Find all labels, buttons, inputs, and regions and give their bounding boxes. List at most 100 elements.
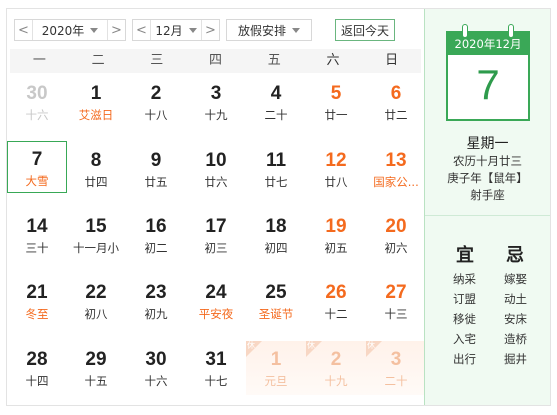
day-number: 25 xyxy=(265,282,287,303)
lunar-label: 十三 xyxy=(384,307,408,321)
lunar-label: 十八 xyxy=(144,108,168,122)
day-cell[interactable]: 休 1 元旦 xyxy=(246,341,306,395)
lunar-label: 廿八 xyxy=(324,175,348,189)
day-cell[interactable]: 26 十二 xyxy=(306,274,366,326)
day-number: 30 xyxy=(145,349,167,370)
ji-item: 掘井 xyxy=(504,352,527,366)
day-cell[interactable]: 18 初四 xyxy=(246,208,306,260)
day-cell[interactable]: 5 廿一 xyxy=(306,75,366,127)
lunar-label: 大雪 xyxy=(25,174,49,188)
day-cell[interactable]: 20 初六 xyxy=(366,208,426,260)
holiday-badge-label: 休 xyxy=(367,341,375,350)
lunar-label: 元旦 xyxy=(264,374,288,388)
lunar-label: 廿五 xyxy=(144,175,168,189)
yi-title: 宜 xyxy=(456,245,474,266)
day-cell[interactable]: 11 廿七 xyxy=(246,142,306,194)
lunar-label: 十六 xyxy=(144,374,168,388)
lunar-label: 廿七 xyxy=(264,175,288,189)
day-number: 1 xyxy=(90,83,102,104)
day-cell[interactable]: 25 圣诞节 xyxy=(246,274,306,326)
day-cell[interactable]: 19 初五 xyxy=(306,208,366,260)
holiday-badge-label: 休 xyxy=(247,341,255,350)
lunar-label: 平安夜 xyxy=(198,307,234,321)
day-cell[interactable]: 2 十八 xyxy=(126,75,186,127)
day-cell[interactable]: 3 十九 xyxy=(186,75,246,127)
day-cell[interactable]: 21 冬至 xyxy=(7,274,67,326)
lunar-label: 十一月小 xyxy=(73,241,119,255)
day-number: 14 xyxy=(26,216,48,237)
day-number: 8 xyxy=(90,150,102,171)
day-cell[interactable]: 8 廿四 xyxy=(66,142,126,194)
year-select-label: 2020年 xyxy=(41,23,85,38)
next-month-button[interactable]: > xyxy=(201,20,219,40)
lunar-label: 初六 xyxy=(384,241,408,255)
day-cell[interactable]: 27 十三 xyxy=(366,274,426,326)
weekday-label: 三 xyxy=(150,53,164,68)
lunar-label: 十七 xyxy=(204,374,228,388)
lunar-label: 国家公... xyxy=(373,175,419,189)
yi-item: 移徙 xyxy=(453,312,476,326)
day-number: 22 xyxy=(85,282,107,303)
next-year-button[interactable]: > xyxy=(107,20,125,40)
lunar-label: 初九 xyxy=(144,307,168,321)
month-grid: 30 十六 1 艾滋日 2 十八 3 十九 4 二十 5 廿一 6 廿二 7 大雪 8 廿四 9 廿五 10 廿六 11 廿七… xyxy=(6,75,426,405)
day-cell[interactable]: 13 国家公... xyxy=(366,142,426,194)
lunar-label: 圣诞节 xyxy=(258,307,294,321)
lunar-label: 十五 xyxy=(84,374,108,388)
day-cell[interactable]: 22 初八 xyxy=(66,274,126,326)
day-number: 29 xyxy=(85,349,107,370)
back-to-today-button[interactable]: 返回今天 xyxy=(335,19,395,41)
day-number: 20 xyxy=(385,216,407,237)
day-cell[interactable]: 10 廿六 xyxy=(186,142,246,194)
day-cell[interactable]: 31 十七 xyxy=(186,341,246,393)
lunar-label: 三十 xyxy=(25,241,49,255)
lunar-label: 十六 xyxy=(25,108,49,122)
day-cell[interactable]: 29 十五 xyxy=(66,341,126,393)
day-cell[interactable]: 6 廿二 xyxy=(366,75,426,127)
lunar-label: 二十 xyxy=(384,374,408,388)
day-number: 31 xyxy=(205,349,227,370)
prev-month-button[interactable]: < xyxy=(133,20,151,40)
month-selector: < 12月 > xyxy=(132,19,220,41)
lunar-label: 廿二 xyxy=(384,108,408,122)
lunar-label: 艾滋日 xyxy=(78,108,114,122)
holiday-badge-label: 休 xyxy=(307,341,315,350)
day-number: 17 xyxy=(205,216,227,237)
month-select[interactable]: 12月 xyxy=(151,22,201,39)
day-cell[interactable]: 休 2 十九 xyxy=(306,341,366,395)
day-cell-selected[interactable]: 7 大雪 xyxy=(7,141,67,193)
day-cell[interactable]: 17 初三 xyxy=(186,208,246,260)
lunar-label: 廿四 xyxy=(84,175,108,189)
day-cell[interactable]: 28 十四 xyxy=(7,341,67,393)
detail-month-header: 2020年12月 xyxy=(448,33,528,55)
day-cell[interactable]: 休 3 二十 xyxy=(366,341,426,395)
day-cell[interactable]: 14 三十 xyxy=(7,208,67,260)
day-cell[interactable]: 12 廿八 xyxy=(306,142,366,194)
day-cell[interactable]: 1 艾滋日 xyxy=(66,75,126,127)
chevron-down-icon xyxy=(188,27,197,33)
weekday-label: 五 xyxy=(267,53,281,68)
weekday-header: 一 二 三 四 五 六 日 xyxy=(10,49,421,73)
day-cell[interactable]: 30 十六 xyxy=(7,75,67,127)
lunar-label: 十九 xyxy=(324,374,348,388)
ji-title: 忌 xyxy=(506,245,524,266)
day-cell[interactable]: 23 初九 xyxy=(126,274,186,326)
day-cell[interactable]: 24 平安夜 xyxy=(186,274,246,326)
day-cell[interactable]: 4 二十 xyxy=(246,75,306,127)
day-number: 16 xyxy=(145,216,167,237)
prev-year-button[interactable]: < xyxy=(15,20,33,40)
ji-item: 安床 xyxy=(504,312,527,326)
detail-day-number: 7 xyxy=(476,61,500,108)
calendar-toolbar: < 2020年 > < 12月 > 放假安排 返回今天 xyxy=(10,16,410,44)
day-number: 21 xyxy=(26,282,48,303)
ji-item: 造桥 xyxy=(504,332,527,346)
lunar-label: 十二 xyxy=(324,307,348,321)
day-number: 7 xyxy=(31,149,43,170)
day-cell[interactable]: 15 十一月小 xyxy=(66,208,126,260)
day-cell[interactable]: 9 廿五 xyxy=(126,142,186,194)
weekday-label: 六 xyxy=(326,53,340,68)
holiday-select[interactable]: 放假安排 xyxy=(226,19,312,41)
year-select[interactable]: 2020年 xyxy=(33,22,107,39)
day-cell[interactable]: 16 初二 xyxy=(126,208,186,260)
day-cell[interactable]: 30 十六 xyxy=(126,341,186,393)
